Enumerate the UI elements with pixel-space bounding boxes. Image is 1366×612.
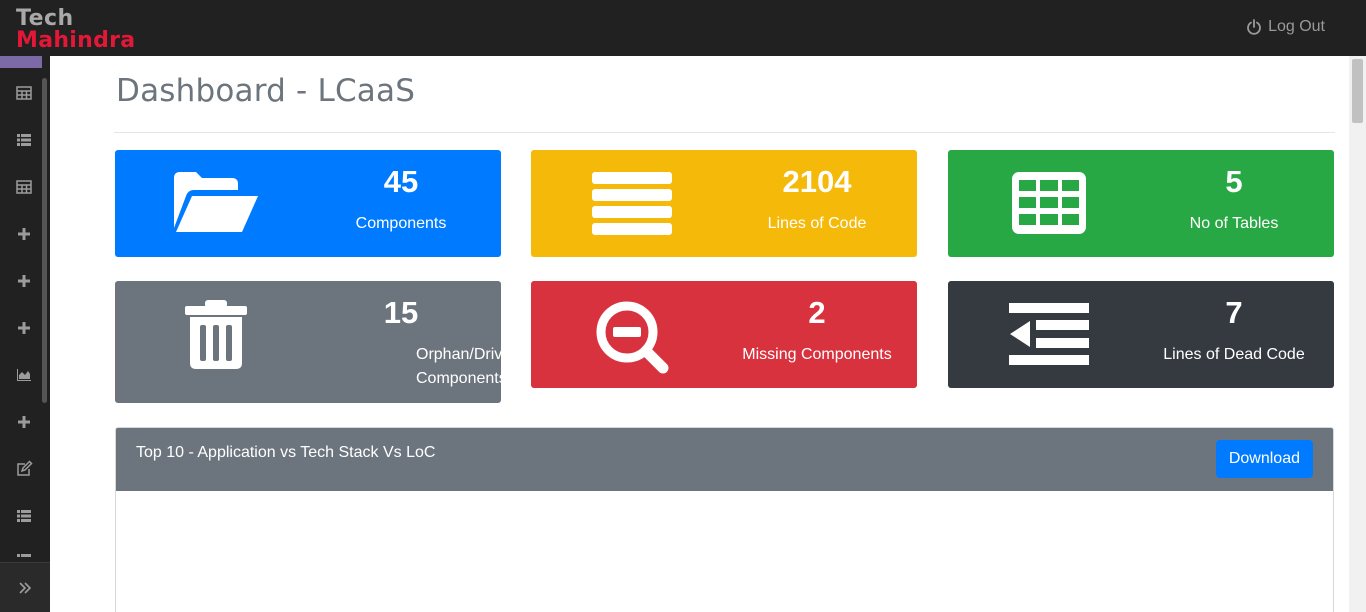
card-components[interactable]: 45 Components <box>115 150 501 257</box>
title-divider <box>114 132 1335 133</box>
area-chart-icon <box>17 369 31 381</box>
sidebar-active-indicator <box>0 56 42 68</box>
sidebar-item-add-4[interactable] <box>12 410 36 434</box>
card-components-value: 45 <box>383 164 419 199</box>
plus-icon <box>18 275 30 287</box>
sidebar-item-add-1[interactable] <box>12 222 36 246</box>
list-icon <box>17 554 31 557</box>
card-lines-of-dead-code-value: 7 <box>1225 295 1243 330</box>
card-no-of-tables-value: 5 <box>1225 164 1243 199</box>
card-lines-of-dead-code-label: Lines of Dead Code <box>1163 346 1305 363</box>
logo-line-mahindra: Mahindra <box>16 28 136 53</box>
page-scrollbar-thumb[interactable] <box>1352 59 1363 123</box>
plus-icon <box>18 228 30 240</box>
table-icon <box>16 86 32 100</box>
folder-open-icon <box>171 168 261 238</box>
card-no-of-tables[interactable]: 5 No of Tables <box>948 150 1334 257</box>
sidebar-item-add-3[interactable] <box>12 316 36 340</box>
card-orphan-driver-components[interactable]: 15 Orphan/Driver Components <box>115 281 516 403</box>
card-lines-of-code-value: 2104 <box>782 164 852 199</box>
card-missing-components[interactable]: 2 Missing Components <box>531 281 917 388</box>
sidebar-toggle-button[interactable] <box>0 562 50 612</box>
list-icon <box>17 510 31 522</box>
card-missing-components-value: 2 <box>808 295 826 330</box>
sidebar-item-more[interactable] <box>12 551 36 561</box>
panel-title: Top 10 - Application vs Tech Stack Vs Lo… <box>136 444 436 461</box>
edit-icon <box>17 460 33 476</box>
trash-icon <box>171 299 261 371</box>
tech-mahindra-logo[interactable]: Tech Mahindra <box>16 6 135 53</box>
power-icon <box>1247 19 1261 35</box>
card-components-label: Components <box>355 215 447 232</box>
sidebar-item-tables-1[interactable] <box>12 81 36 105</box>
sidebar-item-add-2[interactable] <box>12 269 36 293</box>
card-orphan-driver-components-label: Orphan/Driver Components <box>416 346 517 387</box>
sidebar-item-chart[interactable] <box>12 363 36 387</box>
bars-icon <box>587 168 677 238</box>
sidebar-item-tables-2[interactable] <box>12 175 36 199</box>
sidebar-scrollbar[interactable] <box>42 78 47 403</box>
download-button[interactable]: Download <box>1215 440 1313 478</box>
table-icon <box>16 180 32 194</box>
card-lines-of-code[interactable]: 2104 Lines of Code <box>531 150 917 257</box>
page-scrollbar[interactable] <box>1349 56 1366 612</box>
list-icon <box>17 134 31 146</box>
search-minus-icon <box>587 298 677 376</box>
outdent-icon <box>1004 299 1094 369</box>
card-lines-of-dead-code[interactable]: 7 Lines of Dead Code <box>948 281 1334 388</box>
sidebar-item-list-2[interactable] <box>12 504 36 528</box>
card-missing-components-label: Missing Components <box>742 346 892 363</box>
tech-stack-panel: Top 10 - Application vs Tech Stack Vs Lo… <box>115 427 1334 612</box>
sidebar <box>0 56 50 612</box>
double-chevron-right-icon <box>19 581 32 594</box>
logout-button[interactable]: Log Out <box>1246 18 1325 36</box>
card-orphan-driver-components-value: 15 <box>383 295 419 330</box>
plus-icon <box>18 416 30 428</box>
page-title: Dashboard - LCaaS <box>116 73 416 109</box>
card-lines-of-code-label: Lines of Code <box>767 215 867 232</box>
table-icon <box>1004 168 1094 238</box>
panel-header: Top 10 - Application vs Tech Stack Vs Lo… <box>116 428 1333 491</box>
sidebar-item-list-1[interactable] <box>12 128 36 152</box>
sidebar-item-edit[interactable] <box>12 457 36 481</box>
top-navbar: Tech Mahindra Log Out <box>0 0 1366 56</box>
card-no-of-tables-label: No of Tables <box>1189 215 1279 232</box>
plus-icon <box>18 322 30 334</box>
logout-label: Log Out <box>1268 18 1325 35</box>
